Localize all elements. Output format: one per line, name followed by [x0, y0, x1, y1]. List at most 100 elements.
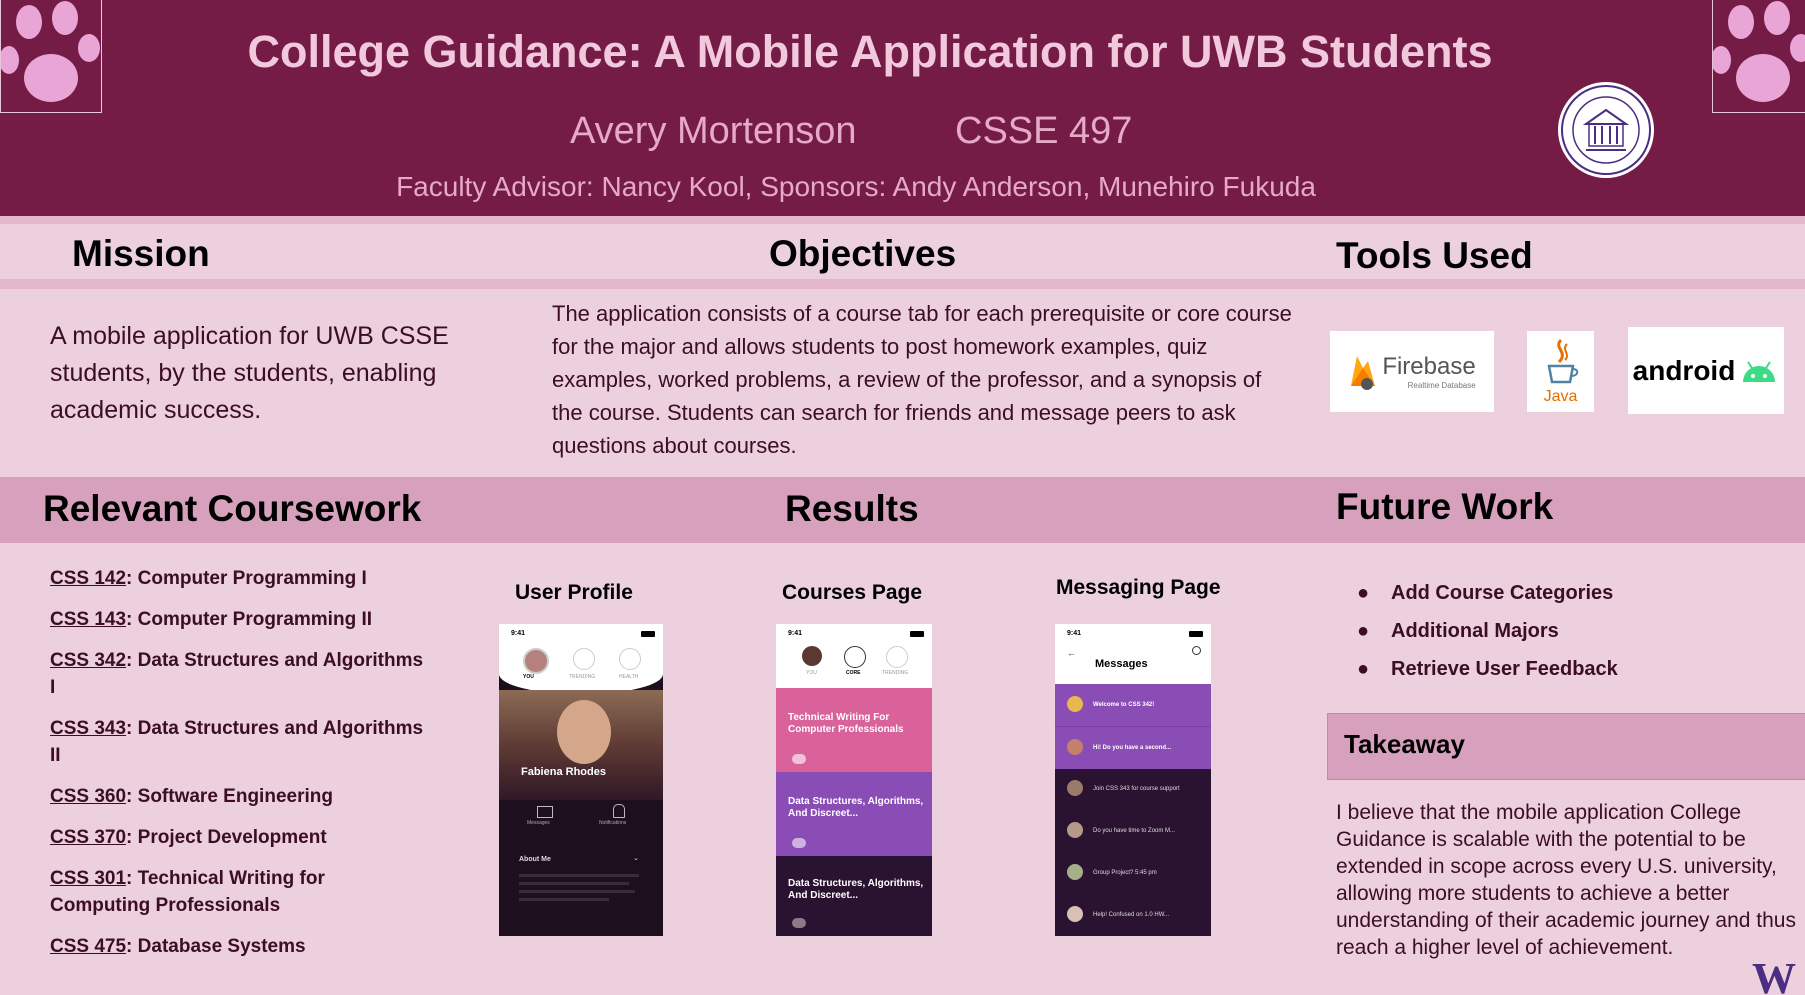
course-card-title: Data Structures, Algorithms, And Discree…	[788, 796, 924, 819]
messaging-page-label: Messaging Page	[1056, 576, 1221, 599]
heart-icon[interactable]	[886, 646, 908, 668]
future-work-list: ● Add Course Categories ● Additional Major…	[1353, 580, 1773, 694]
message-row[interactable]: Join CSS 343 for course support	[1055, 768, 1211, 810]
course-name: : Computer Programming II	[126, 609, 373, 630]
course-code: CSSE 497	[955, 110, 1133, 152]
message-preview: Join CSS 343 for course support	[1093, 786, 1180, 792]
notifications-link[interactable]: Notifications	[599, 820, 626, 826]
messages-link[interactable]: Messages	[527, 820, 550, 826]
course-link[interactable]: CSS 142	[50, 568, 126, 589]
coursework-list: CSS 142: Computer Programming I CSS 143:…	[50, 565, 430, 974]
course-name: : Project Development	[126, 827, 327, 848]
bullet-icon: ●	[1357, 582, 1370, 604]
tab-trending[interactable]: TRENDING	[569, 674, 595, 680]
poster-title: College Guidance: A Mobile Application f…	[247, 26, 1493, 77]
message-row[interactable]: Hi! Do you have a second...	[1055, 726, 1211, 769]
tab-trending[interactable]: TRENDING	[882, 670, 908, 676]
bullet-icon: ●	[1357, 658, 1370, 680]
message-row[interactable]: Welcome to CSS 342!	[1055, 684, 1211, 726]
avatar[interactable]	[802, 646, 822, 666]
course-card[interactable]: Data Structures, Algorithms, And Discree…	[776, 772, 932, 856]
avatar[interactable]	[523, 648, 549, 674]
course-card-title: Technical Writing For Computer Professio…	[788, 712, 904, 735]
android-wordmark: android	[1632, 354, 1736, 386]
status-time: 9:41	[788, 630, 803, 637]
mail-icon[interactable]	[537, 806, 553, 818]
course-link[interactable]: CSS 343	[50, 718, 126, 739]
placeholder-line	[519, 874, 639, 877]
placeholder-line	[519, 890, 635, 893]
messaging-page-screenshot: 9:41 ← Messages Welcome to CSS 342! Hi! …	[1055, 624, 1211, 936]
core-icon[interactable]	[844, 646, 866, 668]
java-logo: Java	[1527, 331, 1594, 412]
messaging-topbar: 9:41 ← Messages	[1055, 624, 1211, 684]
coursework-item: CSS 475: Database Systems	[50, 933, 430, 960]
list-item: ● Additional Majors	[1353, 618, 1773, 644]
message-row[interactable]: Do you have time to Zoom M...	[1055, 810, 1211, 852]
course-link[interactable]: CSS 360	[50, 786, 126, 807]
future-item-text: Add Course Categories	[1391, 582, 1614, 604]
message-row[interactable]: Group Project? 5:45 pm	[1055, 852, 1211, 894]
message-row[interactable]: Help! Confused on 1.0 HW...	[1055, 894, 1211, 936]
battery-icon	[641, 631, 655, 637]
divider-band	[0, 279, 1805, 289]
message-preview: Help! Confused on 1.0 HW...	[1093, 912, 1170, 918]
java-cup-icon	[1546, 338, 1578, 383]
avatar	[1067, 739, 1083, 755]
course-link[interactable]: CSS 143	[50, 609, 126, 630]
course-name: : Database Systems	[126, 936, 306, 957]
avatar-group	[792, 838, 806, 848]
courses-page-label: Courses Page	[782, 581, 923, 604]
avatar-group	[792, 754, 806, 764]
course-link[interactable]: CSS 342	[50, 650, 126, 671]
course-card[interactable]: Technical Writing For Computer Professio…	[776, 688, 932, 772]
divider-band	[0, 216, 1805, 224]
message-preview: Welcome to CSS 342!	[1093, 702, 1155, 708]
course-card[interactable]: Data Structures, Algorithms, And Discree…	[776, 856, 932, 936]
profile-face	[557, 700, 611, 764]
search-icon[interactable]	[1192, 646, 1201, 655]
back-arrow-icon[interactable]: ←	[1067, 648, 1076, 658]
tab-you[interactable]: YOU	[806, 670, 817, 676]
coursework-item: CSS 343: Data Structures and Algorithms …	[50, 715, 430, 769]
tab-health[interactable]: HEALTH	[619, 674, 638, 680]
placeholder-line	[519, 882, 629, 885]
messages-title: Messages	[1095, 658, 1148, 670]
course-name: : Computer Programming I	[126, 568, 367, 589]
course-link[interactable]: CSS 370	[50, 827, 126, 848]
java-wordmark: Java	[1543, 387, 1578, 405]
avatar	[1067, 906, 1083, 922]
course-link[interactable]: CSS 301	[50, 868, 126, 889]
course-name: : Software Engineering	[126, 786, 333, 807]
takeaway-heading: Takeaway	[1344, 729, 1465, 759]
android-logo: android	[1628, 327, 1784, 414]
coursework-item: CSS 342: Data Structures and Algorithms …	[50, 647, 430, 701]
coursework-item: CSS 143: Computer Programming II	[50, 606, 430, 633]
tab-you[interactable]: YOU	[523, 674, 534, 680]
heart-icon[interactable]	[619, 648, 641, 670]
course-link[interactable]: CSS 475	[50, 936, 126, 957]
list-item: ● Retrieve User Feedback	[1353, 656, 1773, 682]
results-heading: Results	[785, 488, 919, 529]
tools-heading: Tools Used	[1336, 235, 1533, 276]
chevron-down-icon[interactable]: ⌄	[633, 854, 639, 862]
avatar	[1067, 780, 1083, 796]
objectives-heading: Objectives	[769, 233, 957, 274]
message-preview: Group Project? 5:45 pm	[1093, 870, 1157, 876]
future-work-heading: Future Work	[1336, 486, 1554, 527]
advisors-line: Faculty Advisor: Nancy Kool, Sponsors: A…	[396, 171, 1316, 202]
profile-user-name: Fabiena Rhodes	[521, 766, 606, 778]
university-seal-icon	[1558, 82, 1654, 178]
tab-core[interactable]: CORE	[846, 670, 860, 676]
status-time: 9:41	[1067, 630, 1082, 637]
placeholder-line	[519, 898, 609, 901]
trending-icon[interactable]	[573, 648, 595, 670]
battery-icon	[1189, 631, 1203, 637]
user-profile-label: User Profile	[515, 581, 633, 604]
bullet-icon: ●	[1357, 620, 1370, 642]
courses-page-screenshot: 9:41 YOU CORE TRENDING Technical Writing…	[776, 624, 932, 936]
coursework-item: CSS 142: Computer Programming I	[50, 565, 430, 592]
coursework-item: CSS 301: Technical Writing for Computing…	[50, 865, 430, 919]
bell-icon[interactable]	[613, 804, 625, 818]
takeaway-text: I believe that the mobile application Co…	[1336, 801, 1796, 959]
